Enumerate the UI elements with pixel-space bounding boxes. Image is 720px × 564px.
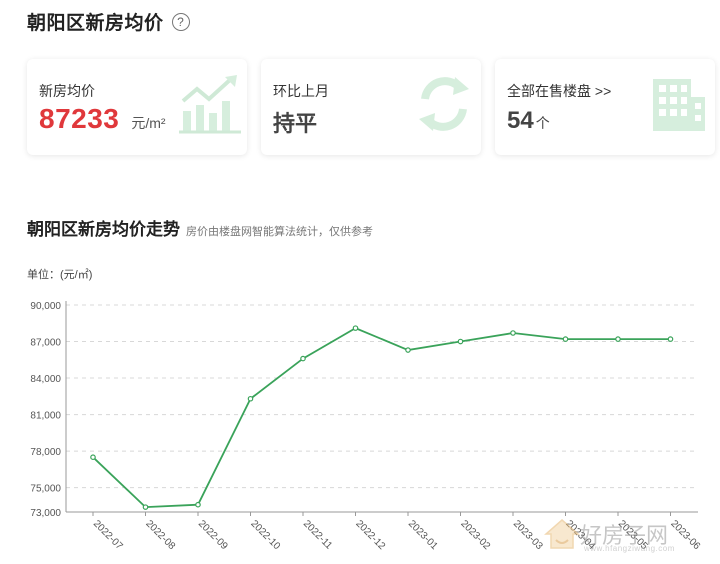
x-tick-label: 2023-02 <box>458 518 492 552</box>
x-tick-label: 2023-01 <box>406 518 440 552</box>
rising-chart-icon <box>179 75 241 134</box>
data-point <box>142 504 149 510</box>
y-tick-label: 75,000 <box>30 484 61 495</box>
data-point <box>667 336 674 342</box>
data-point <box>195 501 201 508</box>
x-tick-label: 2022-10 <box>248 518 282 552</box>
mom-card: 环比上月 持平 <box>261 59 481 155</box>
y-tick-label: 84,000 <box>30 374 61 385</box>
data-point <box>405 347 411 353</box>
watermark-url: www.hfangziwang.com <box>584 544 675 553</box>
help-icon[interactable]: ? <box>171 12 190 31</box>
data-point <box>510 330 516 336</box>
y-tick-label: 81,000 <box>30 411 61 422</box>
y-tick-label: 78,000 <box>30 447 61 458</box>
x-tick-label: 2022-08 <box>143 518 177 552</box>
listings-unit: 个 <box>535 115 550 131</box>
x-tick-label: 2022-12 <box>353 518 387 552</box>
data-point <box>247 395 254 402</box>
y-tick-label: 90,000 <box>30 301 61 312</box>
avg-price-wrap: 87233 元/m² <box>39 103 166 135</box>
avg-price-label: 新房均价 <box>39 83 95 99</box>
listings-label[interactable]: 全部在售楼盘 >> <box>507 81 611 101</box>
data-point <box>562 336 569 342</box>
section-header: 朝阳区新房均价走势 房价由楼盘网智能算法统计，仅供参考 <box>27 215 373 240</box>
data-point <box>90 454 96 461</box>
watermark: 好房子网 www.hfangziwang.com <box>544 516 674 553</box>
avg-price-unit: 元/m² <box>131 115 166 131</box>
x-tick-label: 2022-11 <box>301 518 335 552</box>
data-point <box>352 325 359 331</box>
mom-value: 持平 <box>273 111 318 136</box>
x-tick-label: 2022-07 <box>91 518 125 552</box>
data-point <box>300 355 306 362</box>
refresh-cycle-icon <box>419 77 469 131</box>
data-point <box>615 336 621 342</box>
avg-price-value: 87233 <box>39 103 120 134</box>
house-logo-icon <box>544 519 580 549</box>
y-tick-label: 87,000 <box>30 338 61 349</box>
y-unit-label: 单位：(元/㎡) <box>27 269 93 281</box>
x-tick-label: 2023-03 <box>511 518 545 552</box>
section-title: 朝阳区新房均价走势 <box>27 220 180 239</box>
building-icon <box>653 79 705 131</box>
listings-wrap: 54 个 <box>507 107 550 135</box>
listings-card[interactable]: 全部在售楼盘 >> 54 个 <box>495 59 715 155</box>
avg-price-card: 新房均价 87233 元/m² <box>27 59 247 155</box>
section-subtitle: 房价由楼盘网智能算法统计，仅供参考 <box>186 226 373 238</box>
listings-value: 54 <box>507 107 534 134</box>
title-row: 朝阳区新房均价 ? <box>27 8 190 35</box>
series-line <box>92 327 671 509</box>
y-tick-label: 73,000 <box>30 508 61 519</box>
x-tick-label: 2022-09 <box>196 518 230 552</box>
page-title: 朝阳区新房均价 <box>27 13 164 34</box>
mom-label: 环比上月 <box>273 83 329 99</box>
data-point <box>457 338 464 345</box>
